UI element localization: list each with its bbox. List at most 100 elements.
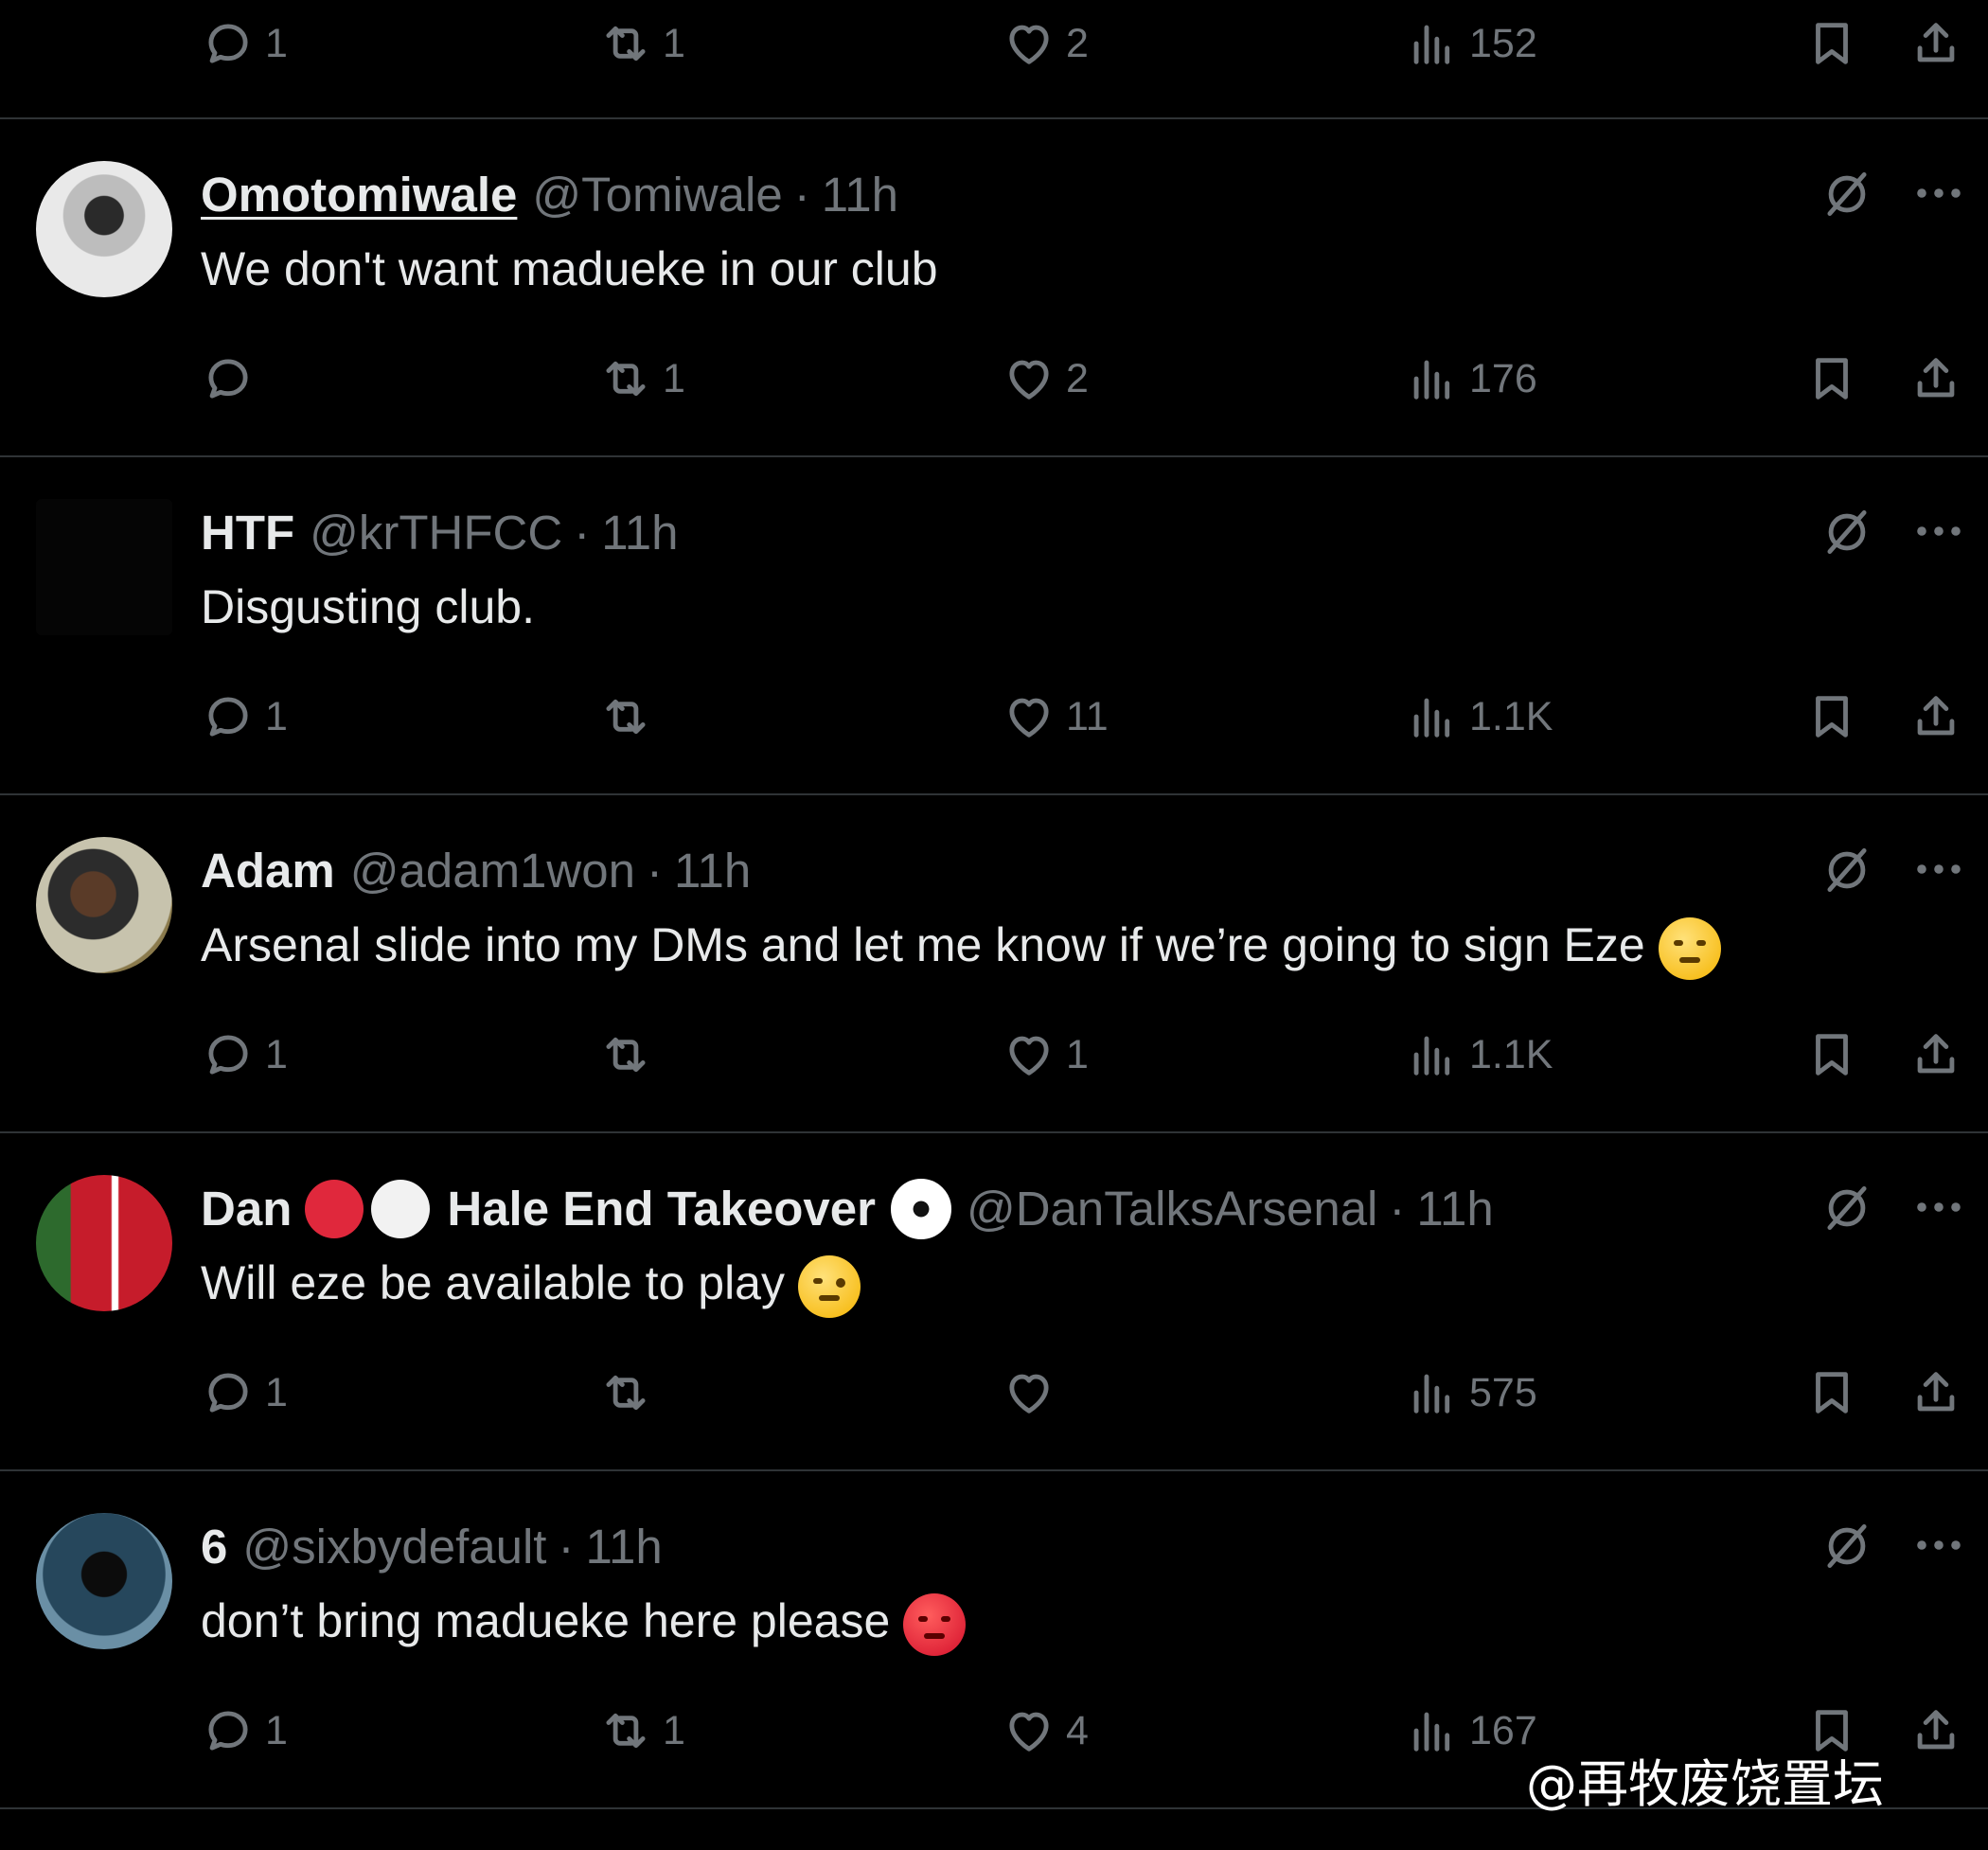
reply-icon xyxy=(201,351,256,406)
display-name[interactable]: HTF xyxy=(201,495,294,571)
bookmark-icon xyxy=(1804,351,1859,406)
action-bar: 1 575 xyxy=(0,1349,1988,1434)
red-circle-icon xyxy=(305,1180,364,1238)
retweet-button[interactable] xyxy=(598,1364,663,1421)
display-name[interactable]: Dan xyxy=(201,1171,292,1247)
retweet-count: 1 xyxy=(663,20,685,66)
grok-icon[interactable] xyxy=(1819,167,1874,222)
reply-button[interactable]: 1 xyxy=(201,688,288,745)
bookmark-button[interactable] xyxy=(1804,15,1859,72)
share-button[interactable] xyxy=(1908,350,1963,407)
grok-icon[interactable] xyxy=(1819,505,1874,560)
heart-icon xyxy=(1002,689,1056,744)
view-count: 1.1K xyxy=(1469,693,1553,739)
user-handle[interactable]: @krTHFCC xyxy=(310,495,562,571)
tweet[interactable]: Adam @adam1won · 11h Arsenal slide into … xyxy=(0,795,1988,1133)
views-button[interactable]: 1.1K xyxy=(1405,688,1553,745)
tweet-text-content: Arsenal slide into my DMs and let me kno… xyxy=(201,918,1645,971)
bookmark-icon xyxy=(1804,1027,1859,1082)
bookmark-button[interactable] xyxy=(1804,688,1859,745)
bookmark-button[interactable] xyxy=(1804,1364,1859,1421)
reply-button[interactable] xyxy=(201,350,265,407)
like-button[interactable]: 2 xyxy=(1002,15,1089,72)
bookmark-button[interactable] xyxy=(1804,350,1859,407)
timestamp[interactable]: 11h xyxy=(674,833,751,909)
tweet-text-content: don’t bring madueke here please xyxy=(201,1594,891,1647)
avatar[interactable] xyxy=(36,1513,172,1649)
retweet-button[interactable]: 1 xyxy=(598,350,685,407)
views-button[interactable]: 167 xyxy=(1405,1702,1537,1759)
retweet-count: 1 xyxy=(663,355,685,401)
more-options-icon[interactable] xyxy=(1912,852,1965,886)
retweet-button[interactable]: 1 xyxy=(598,1702,685,1759)
share-button[interactable] xyxy=(1908,1364,1963,1421)
reply-icon xyxy=(201,1027,256,1082)
action-bar: 1 1 2 152 xyxy=(0,0,1988,85)
more-options-icon[interactable] xyxy=(1912,1190,1965,1224)
views-icon xyxy=(1405,1703,1460,1758)
display-name[interactable]: Adam xyxy=(201,833,335,909)
heart-icon xyxy=(1002,1027,1056,1082)
timestamp[interactable]: 11h xyxy=(585,1509,662,1585)
user-handle[interactable]: @Tomiwale xyxy=(532,157,782,233)
more-options-icon[interactable] xyxy=(1912,176,1965,210)
tweet-text: Disgusting club. xyxy=(201,569,535,645)
share-button[interactable] xyxy=(1908,688,1963,745)
heart-icon xyxy=(1002,351,1056,406)
bookmark-icon xyxy=(1804,689,1859,744)
timestamp[interactable]: 11h xyxy=(822,157,898,233)
more-options-icon[interactable] xyxy=(1912,1528,1965,1562)
display-name[interactable]: 6 xyxy=(201,1509,227,1585)
reply-button[interactable]: 1 xyxy=(201,1026,288,1083)
display-name[interactable]: Omotomiwale xyxy=(201,157,517,233)
retweet-button[interactable]: 1 xyxy=(598,15,685,72)
views-icon xyxy=(1405,689,1460,744)
reply-button[interactable]: 1 xyxy=(201,1702,288,1759)
user-handle[interactable]: @DanTalksArsenal xyxy=(967,1171,1377,1247)
share-icon xyxy=(1908,689,1963,744)
like-button[interactable]: 4 xyxy=(1002,1702,1089,1759)
soccer-ball-icon xyxy=(890,1179,951,1239)
grok-icon[interactable] xyxy=(1819,1519,1874,1574)
retweet-icon xyxy=(598,1365,653,1420)
retweet-button[interactable] xyxy=(598,1026,663,1083)
avatar[interactable] xyxy=(36,837,172,973)
reply-count: 1 xyxy=(265,1031,288,1077)
tweet[interactable]: Dan Hale End Takeover @DanTalksArsenal ·… xyxy=(0,1133,1988,1471)
reply-button[interactable]: 1 xyxy=(201,1364,288,1421)
like-button[interactable]: 11 xyxy=(1002,688,1109,745)
grok-icon[interactable] xyxy=(1819,1181,1874,1236)
share-button[interactable] xyxy=(1908,15,1963,72)
grok-icon[interactable] xyxy=(1819,843,1874,898)
separator: · xyxy=(646,844,663,898)
views-button[interactable]: 575 xyxy=(1405,1364,1537,1421)
bookmark-button[interactable] xyxy=(1804,1026,1859,1083)
tweet[interactable]: Omotomiwale @Tomiwale · 11h We don't wan… xyxy=(0,119,1988,457)
display-name-suffix[interactable]: Hale End Takeover xyxy=(447,1171,876,1247)
like-button[interactable]: 2 xyxy=(1002,350,1089,407)
like-count: 1 xyxy=(1066,1031,1089,1077)
views-button[interactable]: 176 xyxy=(1405,350,1537,407)
winking-face-emoji-icon xyxy=(798,1254,861,1318)
share-button[interactable] xyxy=(1908,1702,1963,1759)
share-button[interactable] xyxy=(1908,1026,1963,1083)
like-button[interactable] xyxy=(1002,1364,1066,1421)
reply-button[interactable]: 1 xyxy=(201,15,288,72)
reply-icon xyxy=(201,1703,256,1758)
user-handle[interactable]: @sixbydefault xyxy=(242,1509,546,1585)
timestamp[interactable]: 11h xyxy=(601,495,678,571)
views-button[interactable]: 152 xyxy=(1405,15,1537,72)
separator: · xyxy=(558,1520,575,1574)
avatar[interactable] xyxy=(36,161,172,297)
tweet[interactable]: HTF @krTHFCC · 11h Disgusting club. 1 11… xyxy=(0,457,1988,795)
like-button[interactable]: 1 xyxy=(1002,1026,1089,1083)
more-options-icon[interactable] xyxy=(1912,514,1965,548)
user-handle[interactable]: @adam1won xyxy=(350,833,635,909)
retweet-button[interactable] xyxy=(598,688,663,745)
timestamp[interactable]: 11h xyxy=(1416,1171,1493,1247)
watermark: @再牧废饶置坛 xyxy=(1526,1754,1884,1814)
avatar[interactable] xyxy=(36,1175,172,1311)
avatar[interactable] xyxy=(36,499,172,635)
reply-count: 1 xyxy=(265,1707,288,1753)
views-button[interactable]: 1.1K xyxy=(1405,1026,1553,1083)
